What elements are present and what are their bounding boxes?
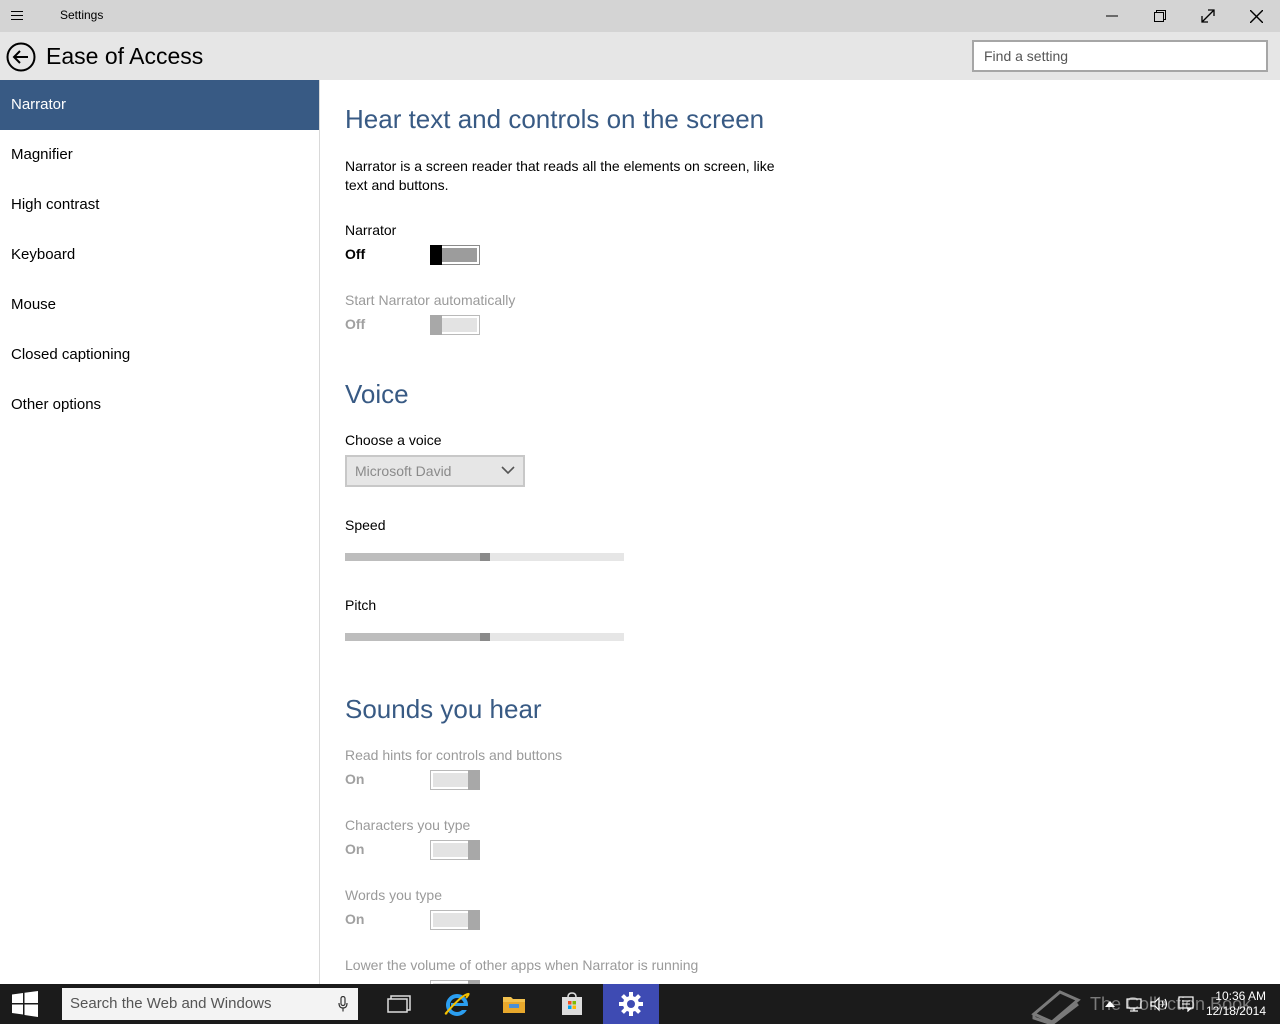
expand-icon (1201, 9, 1215, 23)
read-hints-toggle[interactable] (430, 770, 480, 790)
restore-icon (1154, 10, 1166, 22)
settings-app-button[interactable] (603, 984, 659, 1024)
minimize-button[interactable] (1088, 0, 1136, 32)
restore-button[interactable] (1136, 0, 1184, 32)
page-header: Ease of Access (0, 32, 1280, 80)
sidebar-item-other-options[interactable]: Other options (0, 380, 319, 430)
microphone-icon[interactable] (338, 996, 348, 1012)
window-title: Settings (60, 8, 104, 22)
system-tray (1104, 984, 1194, 1024)
find-setting-input[interactable] (972, 40, 1268, 72)
choose-voice-label: Choose a voice (345, 432, 442, 448)
read-hints-state: On (345, 771, 365, 787)
minimize-icon (1106, 15, 1118, 17)
hamburger-menu-icon[interactable] (11, 8, 37, 24)
gear-icon (619, 992, 643, 1016)
section-title-voice: Voice (345, 379, 409, 409)
sidebar-item-mouse[interactable]: Mouse (0, 280, 319, 330)
voice-dropdown[interactable]: Microsoft David (345, 455, 525, 487)
taskbar: Search the Web and Windows The Collectio… (0, 984, 1280, 1024)
start-button[interactable] (0, 984, 50, 1024)
page-title: Ease of Access (46, 43, 204, 69)
sidebar-item-closed-captioning[interactable]: Closed captioning (0, 330, 319, 380)
narrator-label: Narrator (345, 222, 397, 238)
voice-selected-value: Microsoft David (355, 463, 452, 479)
close-icon (1249, 9, 1263, 23)
start-narrator-auto-state: Off (345, 316, 366, 332)
pitch-label: Pitch (345, 597, 377, 613)
start-narrator-auto-label: Start Narrator automatically (345, 292, 516, 308)
sidebar-item-narrator[interactable]: Narrator (0, 80, 319, 130)
narrator-toggle[interactable] (430, 245, 480, 265)
sidebar: Narrator Magnifier High contrast Keyboar… (0, 80, 320, 984)
section-title-hear-text: Hear text and controls on the screen (345, 104, 765, 134)
task-view-icon (387, 995, 411, 1013)
lower-volume-label: Lower the volume of other apps when Narr… (345, 957, 699, 973)
taskbar-search-box[interactable]: Search the Web and Windows (62, 988, 358, 1020)
speed-slider[interactable] (345, 553, 624, 561)
file-explorer-button[interactable] (486, 984, 542, 1024)
sidebar-item-high-contrast[interactable]: High contrast (0, 180, 319, 230)
store-button[interactable] (544, 984, 600, 1024)
store-bag-icon (562, 992, 582, 1015)
network-icon[interactable] (1126, 996, 1144, 1012)
words-typed-toggle[interactable] (430, 910, 480, 930)
book-logo-icon (1031, 990, 1081, 1024)
back-arrow-icon[interactable] (6, 42, 36, 72)
narrator-description: Narrator is a screen reader that reads a… (345, 158, 775, 193)
taskbar-clock[interactable]: 10:36 AM 12/18/2014 (1206, 989, 1266, 1019)
show-hidden-icons-icon[interactable] (1104, 999, 1116, 1009)
characters-typed-state: On (345, 841, 365, 857)
fullscreen-button[interactable] (1184, 0, 1232, 32)
words-typed-state: On (345, 911, 365, 927)
clock-time: 10:36 AM (1215, 989, 1266, 1003)
pitch-slider[interactable] (345, 633, 624, 641)
read-hints-label: Read hints for controls and buttons (345, 747, 563, 763)
characters-typed-label: Characters you type (345, 817, 471, 833)
volume-icon[interactable] (1150, 996, 1170, 1012)
internet-explorer-icon (444, 992, 470, 1016)
internet-explorer-button[interactable] (429, 984, 485, 1024)
title-bar: Settings (0, 0, 1280, 32)
windows-logo-icon (12, 991, 38, 1017)
characters-typed-toggle[interactable] (430, 840, 480, 860)
section-title-sounds: Sounds you hear (345, 694, 542, 724)
taskbar-search-placeholder: Search the Web and Windows (70, 995, 272, 1012)
start-narrator-auto-toggle[interactable] (430, 315, 480, 335)
settings-content: Hear text and controls on the screen Nar… (345, 80, 1245, 984)
chevron-down-icon (501, 466, 515, 475)
task-view-button[interactable] (371, 984, 427, 1024)
speed-label: Speed (345, 517, 386, 533)
clock-date: 12/18/2014 (1205, 1004, 1266, 1018)
words-typed-label: Words you type (345, 887, 443, 903)
sidebar-item-magnifier[interactable]: Magnifier (0, 130, 319, 180)
sidebar-item-keyboard[interactable]: Keyboard (0, 230, 319, 280)
folder-icon (503, 997, 525, 1013)
action-center-icon[interactable] (1178, 996, 1194, 1012)
narrator-state: Off (345, 246, 366, 262)
close-button[interactable] (1232, 0, 1280, 32)
